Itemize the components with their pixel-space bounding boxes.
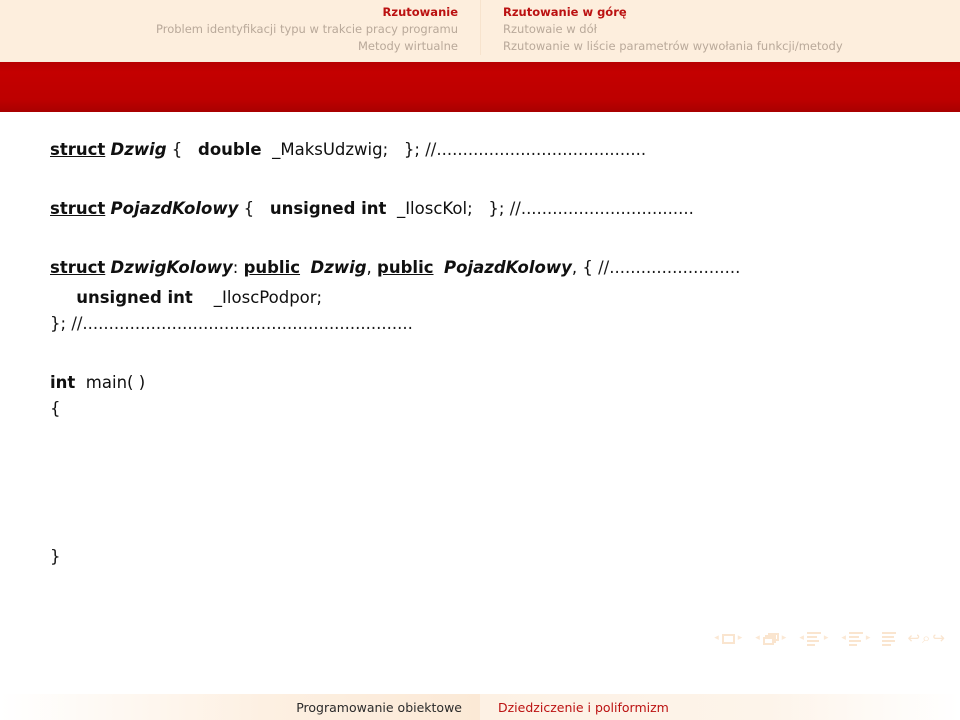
- code-body-empty-space: [50, 431, 960, 549]
- keyword-public-1: public: [243, 258, 301, 277]
- next-subsection-arrow-icon[interactable]: ▸: [822, 634, 831, 643]
- brace-close-3: };: [50, 314, 67, 333]
- code-line-main-close-brace: }: [50, 547, 960, 579]
- type-pojazdkolowy: PojazdKolowy: [110, 199, 239, 218]
- nav-item-rzutowanie-w-liscie-parametrow[interactable]: Rzutowanie w liście parametrów wywołania…: [503, 38, 960, 55]
- member-maksudzwig: _MaksUdzwig;: [272, 140, 389, 159]
- brace-open-3: {: [582, 258, 593, 277]
- code-line-main-open-brace: {: [50, 399, 960, 431]
- member-ilosckol: _IloscKol;: [396, 199, 473, 218]
- brace-close-1: };: [403, 140, 420, 159]
- type-dzwig: Dzwig: [110, 140, 167, 159]
- comment-2: //.................................: [509, 199, 694, 218]
- prev-slide-arrow-icon[interactable]: ◂: [712, 634, 721, 643]
- keyword-struct: struct: [50, 140, 106, 159]
- next-slide-arrow-icon[interactable]: ▸: [736, 634, 745, 643]
- member-iloscpodpor: _IloscPodpor;: [213, 288, 323, 307]
- nav-group-slide: ◂ ▸: [712, 633, 745, 644]
- comment-3: //.........................: [598, 258, 741, 277]
- subsection-icon[interactable]: [806, 631, 821, 646]
- footer-course-title: Programowanie obiektowe: [0, 694, 480, 720]
- keyword-public-2: public: [377, 258, 434, 277]
- nav-group-frame: ◂ ▸: [753, 632, 789, 645]
- indent-1: [50, 288, 76, 307]
- code-line-main-signature: int main( ): [50, 373, 960, 401]
- keyword-struct-3: struct: [50, 258, 106, 277]
- type-unsigned-int-2: unsigned int: [76, 288, 193, 307]
- space-22: [75, 373, 86, 392]
- prev-section-arrow-icon[interactable]: ◂: [839, 634, 848, 643]
- comment-4: //......................................…: [71, 314, 413, 333]
- keyword-struct-2: struct: [50, 199, 106, 218]
- nav-group-subsection: ◂ ▸: [797, 631, 831, 646]
- space-3: [182, 140, 198, 159]
- space-9: [254, 199, 270, 218]
- next-frame-arrow-icon[interactable]: ▸: [780, 634, 789, 643]
- space-10: [386, 199, 397, 218]
- slide-footer: Programowanie obiektowe Dziedziczenie i …: [0, 694, 960, 720]
- document-icon[interactable]: [882, 631, 897, 646]
- base-class-dzwig: Dzwig: [310, 258, 367, 277]
- footer-section-title: Dziedziczenie i poliformizm: [480, 694, 960, 720]
- space-11: [473, 199, 489, 218]
- forward-icon[interactable]: ↪: [932, 631, 945, 646]
- space-15: [300, 258, 311, 277]
- function-main: main( ): [85, 373, 146, 392]
- nav-item-rzutowanie-w-dol[interactable]: Rzutowaie w dół: [503, 21, 960, 38]
- section-icon[interactable]: [848, 631, 863, 646]
- brace-open-2: {: [243, 199, 255, 218]
- code-line-member-ilosc-podpor: unsigned int _IloscPodpor;: [50, 288, 960, 316]
- header-nav-column-left: Rzutowanie Problem identyfikacji typu w …: [0, 0, 480, 55]
- space-20: [193, 288, 214, 307]
- slide-content-area: struct Dzwig { double _MaksUdzwig; }; //…: [0, 112, 960, 672]
- brace-close-main: }: [50, 547, 61, 566]
- back-icon[interactable]: ↩: [907, 631, 920, 646]
- header-nav-column-right: Rzutowanie w górę Rzutowaie w dół Rzutow…: [480, 0, 960, 55]
- brace-open-1: {: [171, 140, 183, 159]
- space-5: [388, 140, 404, 159]
- type-dzwigkolowy: DzwigKolowy: [110, 258, 233, 277]
- comment-1: //......................................…: [425, 140, 647, 159]
- prev-subsection-arrow-icon[interactable]: ◂: [797, 634, 806, 643]
- code-line-close-dzwigkolowy: }; //...................................…: [50, 314, 960, 346]
- code-line-struct-pojazdkolowy: struct PojazdKolowy { unsigned int _Ilos…: [50, 199, 960, 231]
- return-type-int: int: [50, 373, 76, 392]
- slide-title: [0, 62, 960, 75]
- brace-open-main: {: [50, 399, 61, 418]
- slide-header-navigation: Rzutowanie Problem identyfikacji typu w …: [0, 0, 960, 62]
- frame-icon[interactable]: [762, 632, 779, 645]
- slide-title-band: [0, 62, 960, 112]
- beamer-navigation-symbols[interactable]: ◂ ▸ ◂ ▸ ◂ ▸ ◂ ▸ ↩ ⌕ ↪: [712, 631, 946, 646]
- code-line-struct-dzwigkolowy: struct DzwigKolowy: public Dzwig, public…: [50, 258, 960, 290]
- slide-icon[interactable]: [721, 633, 735, 644]
- code-listing: struct Dzwig { double _MaksUdzwig; }; //…: [0, 140, 960, 579]
- prev-frame-arrow-icon[interactable]: ◂: [753, 634, 762, 643]
- code-line-struct-dzwig: struct Dzwig { double _MaksUdzwig; }; //…: [50, 140, 960, 172]
- nav-item-problem-identyfikacji[interactable]: Problem identyfikacji typu w trakcie pra…: [0, 21, 458, 38]
- type-double: double: [198, 140, 262, 159]
- nav-item-metody-wirtualne[interactable]: Metody wirtualne: [0, 38, 458, 55]
- type-unsigned-int-1: unsigned int: [269, 199, 387, 218]
- next-section-arrow-icon[interactable]: ▸: [864, 634, 873, 643]
- brace-close-2: };: [488, 199, 505, 218]
- search-icon[interactable]: ⌕: [922, 631, 930, 646]
- space-4: [262, 140, 273, 159]
- space-17: [434, 258, 445, 277]
- base-class-pojazdkolowy: PojazdKolowy: [444, 258, 572, 277]
- nav-group-section: ◂ ▸: [839, 631, 873, 646]
- nav-item-rzutowanie[interactable]: Rzutowanie: [0, 4, 458, 21]
- nav-item-rzutowanie-w-gore[interactable]: Rzutowanie w górę: [503, 4, 960, 21]
